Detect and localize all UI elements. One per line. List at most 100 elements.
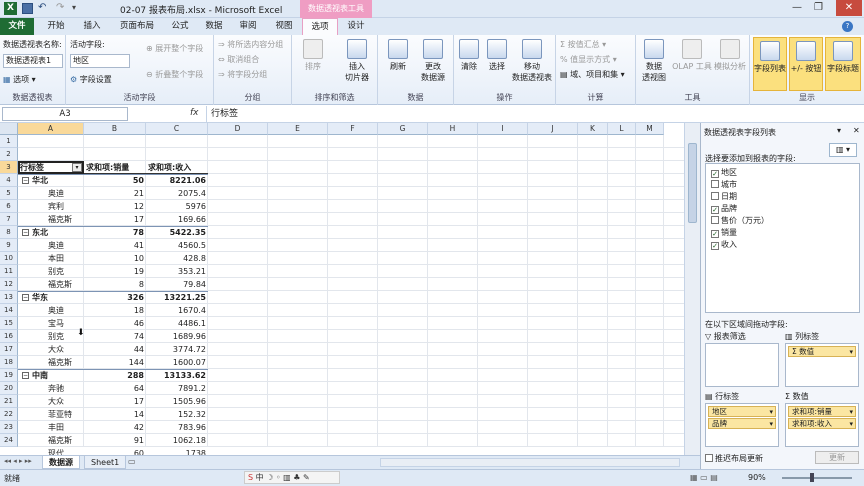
fx-button[interactable]: fx bbox=[190, 108, 199, 118]
row-chip-brand[interactable]: 品牌 ▾ bbox=[708, 418, 776, 429]
row-header[interactable]: 23 bbox=[0, 421, 18, 434]
brand-label[interactable]: 福克斯 bbox=[48, 434, 72, 447]
tab-formulas[interactable]: 公式 bbox=[164, 18, 196, 35]
header-sum-qty[interactable]: 求和项:销量 bbox=[86, 161, 129, 174]
revenue-cell[interactable]: 79.84 bbox=[148, 278, 208, 291]
row-header[interactable]: 1 bbox=[0, 135, 18, 148]
sheet-nav-arrows[interactable]: ◂◂ ◂ ▸ ▸▸ bbox=[4, 457, 32, 465]
row-header[interactable]: 24 bbox=[0, 434, 18, 447]
column-header-e[interactable]: E bbox=[268, 123, 328, 135]
row-header[interactable]: 11 bbox=[0, 265, 18, 278]
what-if-button[interactable]: 模拟分析 bbox=[712, 39, 748, 72]
qty-cell[interactable]: 12 bbox=[86, 200, 146, 213]
value-chip-revenue[interactable]: 求和项:收入 ▾ bbox=[788, 418, 856, 429]
revenue-cell[interactable]: 169.66 bbox=[148, 213, 208, 226]
revenue-cell[interactable]: 1689.96 bbox=[148, 330, 208, 343]
qty-cell[interactable]: 326 bbox=[86, 291, 146, 304]
qty-cell[interactable]: 19 bbox=[86, 265, 146, 278]
column-header-h[interactable]: H bbox=[428, 123, 478, 135]
select-button[interactable]: 选择 bbox=[484, 39, 510, 72]
brand-label[interactable]: 福克斯 bbox=[48, 356, 72, 369]
chip-dropdown-icon[interactable]: ▾ bbox=[849, 347, 853, 357]
pane-layout-button[interactable]: ▥ ▾ bbox=[829, 143, 857, 157]
zoom-level[interactable]: 90% bbox=[748, 473, 766, 482]
column-header-d[interactable]: D bbox=[208, 123, 268, 135]
zoom-thumb[interactable] bbox=[810, 473, 814, 482]
tab-options[interactable]: 选项 bbox=[302, 18, 338, 35]
defer-update-checkbox[interactable]: 推迟布局更新 bbox=[705, 453, 763, 464]
row-header[interactable]: 21 bbox=[0, 395, 18, 408]
field-item[interactable]: 城市 bbox=[711, 180, 737, 190]
pane-close-icon[interactable]: ✕ bbox=[853, 126, 860, 135]
row-header[interactable]: 8 bbox=[0, 226, 18, 239]
qty-cell[interactable]: 18 bbox=[86, 304, 146, 317]
pivot-name-input[interactable]: 数据透视表1 bbox=[3, 54, 63, 68]
chip-dropdown-icon[interactable]: ▾ bbox=[849, 419, 853, 429]
show-values-as-button[interactable]: % 值显示方式 ▾ bbox=[560, 54, 617, 65]
select-all-corner[interactable] bbox=[0, 123, 18, 135]
brand-label[interactable]: 宝马 bbox=[48, 317, 64, 330]
row-header[interactable]: 6 bbox=[0, 200, 18, 213]
collapse-icon[interactable]: − bbox=[22, 177, 29, 184]
column-header-l[interactable]: L bbox=[608, 123, 636, 135]
tab-home[interactable]: 开始 bbox=[40, 18, 72, 35]
revenue-cell[interactable]: 4486.1 bbox=[148, 317, 208, 330]
pivot-options-button[interactable]: ▦ 选项 ▾ bbox=[3, 74, 36, 85]
qty-cell[interactable]: 21 bbox=[86, 187, 146, 200]
revenue-cell[interactable]: 2075.4 bbox=[148, 187, 208, 200]
brand-label[interactable]: 福克斯 bbox=[48, 278, 72, 291]
field-list-toggle[interactable]: 字段列表 bbox=[753, 37, 787, 91]
field-checkbox[interactable] bbox=[711, 180, 719, 188]
expand-field-button[interactable]: ⊕ 展开整个字段 bbox=[146, 43, 203, 54]
refresh-button[interactable]: 刷新 bbox=[384, 39, 412, 72]
row-header[interactable]: 13 bbox=[0, 291, 18, 304]
row-header[interactable]: 2 bbox=[0, 148, 18, 161]
revenue-cell[interactable]: 1670.4 bbox=[148, 304, 208, 317]
value-chip-qty[interactable]: 求和项:销量 ▾ bbox=[788, 406, 856, 417]
change-data-source-button[interactable]: 更改 数据源 bbox=[416, 39, 450, 83]
row-header[interactable]: 18 bbox=[0, 356, 18, 369]
region-label[interactable]: 华东 bbox=[32, 291, 48, 304]
qty-cell[interactable]: 78 bbox=[86, 226, 146, 239]
row-header[interactable]: 14 bbox=[0, 304, 18, 317]
qty-cell[interactable]: 17 bbox=[86, 395, 146, 408]
field-item[interactable]: ✓ 品牌 bbox=[711, 204, 737, 214]
row-header[interactable]: 20 bbox=[0, 382, 18, 395]
ime-toolbar[interactable]: S 中 ☽ ◦ ▥ ♣ ✎ bbox=[244, 471, 340, 484]
qty-cell[interactable]: 46 bbox=[86, 317, 146, 330]
field-item[interactable]: 售价（万元） bbox=[711, 216, 769, 226]
update-button[interactable]: 更新 bbox=[815, 451, 859, 464]
row-header[interactable]: 10 bbox=[0, 252, 18, 265]
pivot-chart-button[interactable]: 数据 透视图 bbox=[638, 39, 670, 83]
qty-cell[interactable]: 41 bbox=[86, 239, 146, 252]
brand-label[interactable]: 奥迪 bbox=[48, 187, 64, 200]
column-header-b[interactable]: B bbox=[84, 123, 146, 135]
defer-checkbox-box[interactable] bbox=[705, 454, 713, 462]
save-icon[interactable] bbox=[22, 3, 33, 14]
tab-file[interactable]: 文件 bbox=[0, 18, 34, 35]
column-header-k[interactable]: K bbox=[578, 123, 608, 135]
field-item[interactable]: ✓ 地区 bbox=[711, 168, 737, 178]
formula-input[interactable]: 行标签 bbox=[206, 106, 864, 122]
qty-cell[interactable]: 50 bbox=[86, 174, 146, 187]
field-checkbox[interactable] bbox=[711, 216, 719, 224]
qty-cell[interactable]: 17 bbox=[86, 213, 146, 226]
pane-dropdown-icon[interactable]: ▾ bbox=[837, 126, 841, 135]
brand-label[interactable]: 奥迪 bbox=[48, 304, 64, 317]
qty-cell[interactable]: 144 bbox=[86, 356, 146, 369]
column-header-a[interactable]: A bbox=[18, 123, 84, 135]
customize-qat-icon[interactable]: ▾ bbox=[72, 3, 76, 12]
header-sum-revenue[interactable]: 求和项:收入 bbox=[148, 161, 191, 174]
column-header-m[interactable]: M bbox=[636, 123, 664, 135]
row-header[interactable]: 17 bbox=[0, 343, 18, 356]
undo-icon[interactable]: ↶ bbox=[38, 2, 46, 13]
field-item[interactable]: 日期 bbox=[711, 192, 737, 202]
row-header[interactable]: 9 bbox=[0, 239, 18, 252]
clear-button[interactable]: 清除 bbox=[456, 39, 482, 72]
column-labels-zone[interactable]: Σ 数值 ▾ bbox=[785, 343, 859, 387]
revenue-cell[interactable]: 13133.62 bbox=[148, 369, 208, 382]
row-chip-region[interactable]: 地区 ▾ bbox=[708, 406, 776, 417]
collapse-icon[interactable]: − bbox=[22, 372, 29, 379]
row-header[interactable]: 12 bbox=[0, 278, 18, 291]
tab-page-layout[interactable]: 页面布局 bbox=[112, 18, 162, 35]
